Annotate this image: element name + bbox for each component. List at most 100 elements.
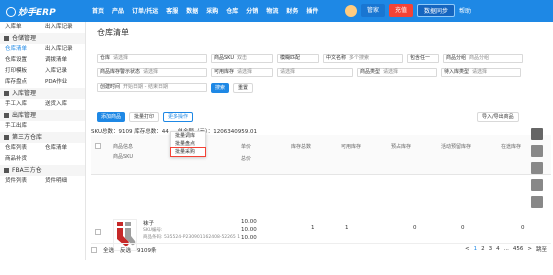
user-badge[interactable]: 管家 [361,4,386,17]
nav-warehouse[interactable]: 仓库 [222,6,242,15]
filter-row-3: 创建时间 开始日期 - 结束日期 搜索 重置 [97,82,254,93]
batch-print-button[interactable]: 批量打印 [129,111,160,122]
nav-home[interactable]: 首页 [88,6,108,15]
recharge-button[interactable]: 充值 [389,4,414,17]
sidebar-group-third-party[interactable]: 第三方仓库 [0,132,85,143]
add-product-button[interactable]: 添加商品 [97,111,126,122]
page-1[interactable]: 1 [474,246,478,252]
sidebar-group-warehouse[interactable]: 仓储管理 [0,33,85,44]
page-3[interactable]: 3 [489,246,493,252]
import-export-button[interactable]: 导入/导出商品 [477,112,519,122]
phone-icon[interactable] [531,145,543,157]
in-transit-stock: 0 [521,225,525,231]
prev-page-button[interactable]: < [465,246,470,252]
sku-filter[interactable]: 商品SKU 双击 [211,54,273,63]
nav-logistics[interactable]: 物流 [262,6,282,15]
product-name[interactable]: 袜子 [143,219,154,227]
name-filter[interactable]: 中文名称 多个搜索 [323,54,403,63]
sidebar-item-warehouse-list[interactable]: 仓库清单 [5,44,45,55]
product-type-filter[interactable]: 商品类型 请选择 [357,68,437,77]
page-4[interactable]: 4 [496,246,500,252]
nav-plugins[interactable]: 插件 [302,6,322,15]
header-unit-price: 单价 [241,144,252,150]
sidebar-item-manual-inbound[interactable]: 手工入库 [5,99,45,110]
sidebar-item-warehouse-settings[interactable]: 仓库设置 [5,55,45,66]
nav-products[interactable]: 产品 [108,6,128,15]
more-actions-button[interactable]: 更多操作 [163,111,194,122]
sidebar-item-inbound-records[interactable]: 入库记录 [45,66,85,77]
available-stock: 1 [345,225,349,231]
top-right-tools: 管家 充值 数据同步 帮助 [345,4,471,17]
message-icon[interactable] [531,162,543,174]
contains-any-select[interactable]: 包含任一 [407,54,439,63]
footer-checkbox[interactable] [91,246,97,253]
sidebar-item-io-records[interactable]: 出入库记录 [45,44,85,55]
data-sync-button[interactable]: 数据同步 [417,4,456,17]
available-stock-filter[interactable]: 可用库存 请选择 [211,68,273,77]
unit-price: 10.00 [241,219,257,225]
header-total-price: 总价 [241,156,252,162]
record-count: 9109条 [137,247,157,254]
sidebar-item-shipments[interactable]: 货件列表 [5,176,45,187]
created-date-range[interactable]: 创建时间 开始日期 - 结束日期 [97,83,207,92]
menu-item-batch-purchase[interactable]: 批量采购 [170,147,206,157]
sidebar-item-shipment-detail[interactable]: 货件明细 [45,176,85,187]
sidebar-group-inbound[interactable]: 入库管理 [0,88,85,99]
sidebar-item-delivery-inbound[interactable]: 送货入库 [45,99,85,110]
select-all-checkbox[interactable] [95,143,101,149]
main-nav: 首页 产品 订单/托运 客服 数据 采购 仓库 分销 物流 财务 插件 [88,6,322,15]
warehouse-filter[interactable]: 仓库 请选择 [97,54,207,63]
header-stock-total: 库存总数 [291,144,312,150]
next-page-button[interactable]: > [527,246,532,252]
outbound-icon [4,113,9,118]
match-mode-select[interactable]: 模糊匹配 [277,54,319,63]
action-bar: 添加商品 批量打印 更多操作 [97,111,194,122]
extra-filter[interactable]: 请选择 [277,68,353,77]
menu-item-batch-transfer[interactable]: 批量调库 [171,132,205,140]
user-avatar[interactable] [345,4,357,17]
page-title: 仓库清单 [97,28,129,37]
sidebar-group-fba[interactable]: FBA三方仓 [0,165,85,176]
filter-row-1: 仓库 请选择 商品SKU 双击 模糊匹配 中文名称 多个搜索 包含任一 商品分组 商品分… [97,54,523,63]
chevron-right-icon[interactable] [531,128,543,140]
header-in-transit: 在途库存 [501,144,522,150]
header-sku: 商品SKU [113,154,133,160]
app-logo[interactable]: 妙手ERP [6,5,56,18]
stock-alert-filter[interactable]: 商品库存警示状态 请选择 [97,68,207,77]
help-link[interactable]: 帮助 [459,6,471,15]
sidebar-item-manual-outbound[interactable]: 手工出库 [5,121,45,132]
sidebar-item-replenish[interactable]: 商品补货 [5,154,45,165]
page-last[interactable]: 456 [513,246,524,252]
nav-finance[interactable]: 财务 [282,6,302,15]
sidebar-item-transfer-list[interactable]: 调拨清单 [45,55,85,66]
group-filter[interactable]: 商品分组 商品分组 [443,54,523,63]
nav-service[interactable]: 客服 [162,6,182,15]
sidebar-item-pda[interactable]: PDA作业 [45,77,85,88]
nav-data[interactable]: 数据 [182,6,202,15]
qrcode-icon[interactable] [531,179,543,191]
sidebar-item-warehouse-list-3p[interactable]: 仓库列表 [5,143,45,154]
page-2[interactable]: 2 [481,246,485,252]
reset-button[interactable]: 重置 [233,82,254,93]
invert-selection-link[interactable]: 反选 [120,246,131,254]
sidebar-group-outbound[interactable]: 出库管理 [0,110,85,121]
nav-purchase[interactable]: 采购 [202,6,222,15]
select-all-link[interactable]: 全选 [103,246,114,254]
menu-item-batch-stocktake[interactable]: 批量盘点 [171,140,205,148]
fba-icon [4,168,9,173]
row-checkbox[interactable] [95,229,101,235]
sidebar-item-inventory-3p[interactable]: 仓库清单 [45,143,85,154]
back-to-top-icon[interactable] [531,196,543,208]
nav-distribution[interactable]: 分销 [242,6,262,15]
sidebar-item-print-templates[interactable]: 打印模板 [5,66,45,77]
search-button[interactable]: 搜索 [211,82,230,93]
sidebar-item-stocktake[interactable]: 库存盘点 [5,77,45,88]
pending-inbound-filter[interactable]: 待入库类型 请选择 [441,68,521,77]
stock-total: 1 [311,225,315,231]
pagination: < 1 2 3 4 ... 456 > 跳至 [465,245,547,253]
top-navigation-bar: 妙手ERP 首页 产品 订单/托运 客服 数据 采购 仓库 分销 物流 财务 插… [0,0,553,22]
jump-to-label: 跳至 [535,247,547,253]
warehouse-icon [4,36,9,41]
header-available: 可用库存 [341,144,362,150]
nav-orders[interactable]: 订单/托运 [128,6,162,15]
